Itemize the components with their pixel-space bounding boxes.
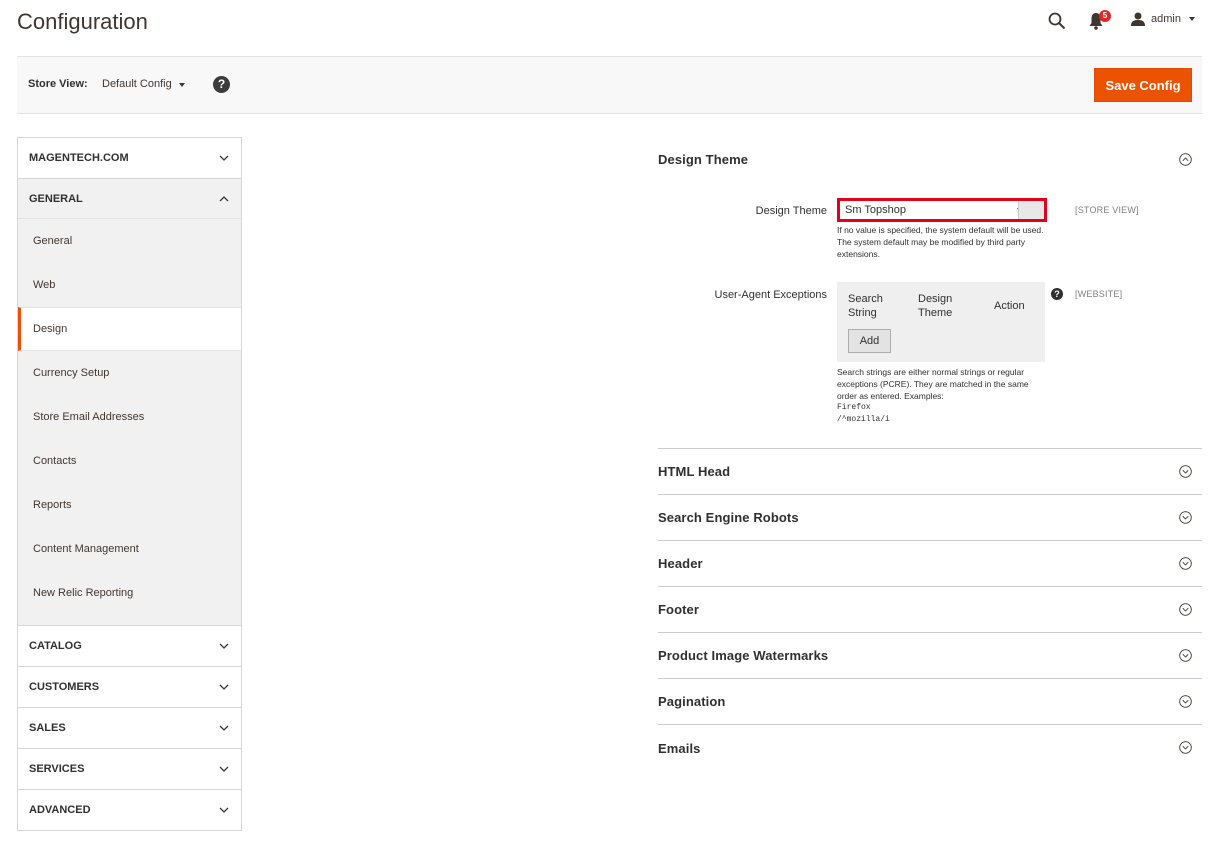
sidebar-tab-label: MAGENTECH.COM	[29, 152, 129, 164]
sidebar-section-sales: SALES	[18, 708, 241, 749]
config-main: Design Theme Design Theme Sm Topshop [ST…	[658, 137, 1202, 771]
sidebar-item-web[interactable]: Web	[18, 263, 241, 307]
user-name: admin	[1151, 13, 1181, 25]
collapse-icon	[1179, 153, 1192, 166]
notification-badge: 5	[1099, 10, 1111, 22]
chevron-down-icon	[219, 155, 229, 161]
sidebar-tab-advanced[interactable]: ADVANCED	[18, 790, 241, 830]
section-html-head[interactable]: HTML Head	[658, 449, 1202, 495]
section-design-theme-header[interactable]: Design Theme	[658, 137, 1202, 181]
sidebar-tab-label: SALES	[29, 722, 66, 734]
sidebar-section-advanced: ADVANCED	[18, 790, 241, 830]
sidebar-item-content-management[interactable]: Content Management	[18, 527, 241, 571]
chevron-down-icon	[219, 643, 229, 649]
expand-icon	[1179, 465, 1192, 478]
select-button	[1018, 201, 1044, 219]
sidebar-item-reports[interactable]: Reports	[18, 483, 241, 527]
section-product-image-watermarks[interactable]: Product Image Watermarks	[658, 633, 1202, 679]
section-title: Product Image Watermarks	[658, 648, 829, 663]
ua-example-mozilla: /^mozilla/i	[837, 415, 890, 424]
help-icon[interactable]: ?	[213, 76, 230, 93]
ua-exceptions-label: User-Agent Exceptions	[714, 289, 828, 301]
sidebar-section-general: GENERAL General Web Design Currency Setu…	[18, 179, 241, 626]
section-title: Emails	[658, 740, 701, 756]
sidebar-section-catalog: CATALOG	[18, 626, 241, 667]
sidebar-tab-sales[interactable]: SALES	[18, 708, 241, 748]
user-menu[interactable]: admin	[1131, 12, 1195, 26]
expand-icon	[1179, 511, 1192, 524]
sidebar-section-services: SERVICES	[18, 749, 241, 790]
chevron-down-icon	[219, 766, 229, 772]
section-emails[interactable]: Emails	[658, 725, 1202, 771]
ua-col-action: Action	[994, 300, 1025, 312]
sidebar-tab-label: GENERAL	[29, 192, 83, 205]
sidebar-tab-label: CATALOG	[29, 640, 82, 652]
section-footer[interactable]: Footer	[658, 587, 1202, 633]
page-title: Configuration	[17, 9, 148, 34]
expand-icon	[1179, 649, 1192, 662]
sidebar-tab-general[interactable]: GENERAL	[18, 179, 241, 219]
sidebar-tab-customers[interactable]: CUSTOMERS	[18, 667, 241, 707]
ua-example-firefox: Firefox	[837, 403, 871, 412]
save-config-button[interactable]: Save Config	[1094, 68, 1192, 102]
chevron-down-icon	[219, 725, 229, 731]
section-title: Header	[658, 556, 703, 571]
chevron-down-icon	[219, 807, 229, 813]
sidebar-item-store-email-addresses[interactable]: Store Email Addresses	[18, 395, 241, 439]
design-theme-select[interactable]: Sm Topshop	[837, 198, 1047, 222]
search-icon[interactable]	[1048, 12, 1066, 30]
ua-exceptions-table: Search String Design Theme Action Add	[837, 282, 1045, 362]
store-view-bar: Store View: Default Config ? Save Config	[17, 57, 1202, 114]
add-ua-exception-button[interactable]: Add	[848, 329, 891, 353]
sidebar-item-new-relic-reporting[interactable]: New Relic Reporting	[18, 571, 241, 615]
store-view-value: Default Config	[102, 78, 172, 90]
sidebar-tab-catalog[interactable]: CATALOG	[18, 626, 241, 666]
expand-icon	[1179, 603, 1192, 616]
section-header[interactable]: Header	[658, 541, 1202, 587]
sidebar-tab-label: CUSTOMERS	[29, 681, 100, 693]
sidebar-item-design[interactable]: Design	[18, 307, 241, 351]
design-theme-value: Sm Topshop	[845, 204, 906, 216]
section-title: Search Engine Robots	[658, 510, 799, 525]
design-theme-label: Design Theme	[755, 205, 827, 217]
expand-icon	[1179, 741, 1192, 754]
store-view-label: Store View:	[28, 78, 88, 90]
sidebar-section-magentech: MAGENTECH.COM	[18, 138, 241, 179]
ua-exceptions-note: Search strings are either normal strings…	[837, 367, 1029, 401]
sidebar-item-general[interactable]: General	[18, 219, 241, 263]
sidebar-general-items: General Web Design Currency Setup Store …	[18, 219, 241, 625]
chevron-up-icon	[219, 195, 229, 201]
scope-website: [WEBSITE]	[1075, 289, 1123, 299]
sidebar-tab-label: SERVICES	[29, 763, 85, 775]
chevron-down-icon	[1188, 17, 1195, 21]
sidebar-tab-label: ADVANCED	[29, 804, 91, 816]
expand-icon	[1179, 695, 1192, 708]
section-title: Footer	[658, 602, 700, 617]
design-theme-note: If no value is specified, the system def…	[837, 225, 1044, 259]
section-title: Design Theme	[658, 151, 749, 167]
config-sidebar: MAGENTECH.COM GENERAL General Web Design…	[17, 137, 242, 831]
chevron-down-icon	[178, 83, 185, 87]
sidebar-tab-magentech[interactable]: MAGENTECH.COM	[18, 138, 241, 178]
sidebar-section-customers: CUSTOMERS	[18, 667, 241, 708]
store-view-switcher[interactable]: Default Config	[102, 78, 185, 90]
ua-col-search-string: Search String	[848, 293, 883, 319]
sidebar-tab-services[interactable]: SERVICES	[18, 749, 241, 789]
section-design-theme-body: Design Theme Sm Topshop [STORE VIEW] If …	[658, 181, 1202, 449]
sidebar-item-currency-setup[interactable]: Currency Setup	[18, 351, 241, 395]
sidebar-item-contacts[interactable]: Contacts	[18, 439, 241, 483]
user-icon	[1131, 12, 1145, 26]
section-pagination[interactable]: Pagination	[658, 679, 1202, 725]
scope-store-view: [STORE VIEW]	[1075, 205, 1139, 215]
section-search-engine-robots[interactable]: Search Engine Robots	[658, 495, 1202, 541]
expand-icon	[1179, 557, 1192, 570]
section-title: Pagination	[658, 694, 726, 709]
chevron-down-icon	[219, 684, 229, 690]
help-icon[interactable]: ?	[1051, 288, 1063, 300]
section-title: HTML Head	[658, 464, 731, 479]
ua-col-design-theme: Design Theme	[918, 293, 953, 319]
